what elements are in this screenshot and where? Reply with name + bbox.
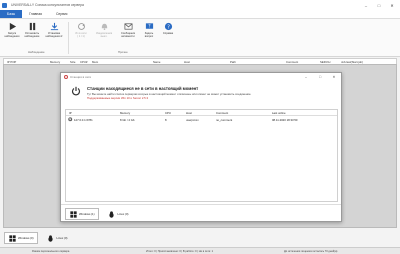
button-label: Запуск наблюдения: [4, 32, 20, 38]
button-label: Уведомления выкл.: [95, 32, 113, 38]
button-label: Из в сети ( 1 / 1): [75, 32, 87, 38]
linux-icon: [47, 234, 55, 242]
title-bar: UNIVERSALLY Соника консультантов сервера: [0, 0, 400, 10]
dialog-tab-windows[interactable]: Windows (1): [65, 208, 99, 220]
refresh-icon: [76, 21, 86, 31]
cell-comment: no_comment: [216, 118, 233, 122]
dialog-status-icon: [64, 75, 68, 79]
dialog-minimize-button[interactable]: –: [301, 74, 311, 80]
stop-monitoring-button[interactable]: Остановить наблюдение: [22, 21, 42, 38]
notifications-button[interactable]: Уведомления выкл.: [94, 21, 114, 38]
status-counts: Итого: 0 | Приостановлено: 0 | В работе:…: [146, 249, 214, 253]
dialog-maximize-button[interactable]: □: [315, 74, 325, 80]
button-label: Справка: [162, 32, 174, 35]
column-header[interactable]: IP: [69, 111, 72, 115]
button-label: Задать вопрос: [144, 32, 154, 38]
dialog-headline: Станции находящиеся не в сети в настоящи…: [87, 86, 199, 91]
cell-cpu: 8: [165, 118, 167, 122]
activity-messages-button[interactable]: Сообщения активности: [118, 21, 138, 38]
app-window: UNIVERSALLY Соника консультантов сервера…: [0, 0, 400, 254]
install-monitoring-button[interactable]: Установка наблюдения ▾: [44, 21, 64, 38]
info-icon: ?: [163, 21, 173, 31]
tab-linux[interactable]: Linux (0): [44, 232, 71, 244]
close-button[interactable]: ✕: [386, 0, 398, 10]
online-count-button[interactable]: Из в сети ( 1 / 1): [71, 21, 91, 38]
mail-icon: [123, 21, 133, 31]
dialog-tab-linux[interactable]: Linux (0): [105, 208, 132, 220]
group-label-monitoring: Наблюдение: [28, 50, 45, 54]
svg-text:?: ?: [167, 24, 170, 30]
ask-question-button[interactable]: ? Задать вопрос: [139, 21, 159, 38]
app-logo-icon: [2, 2, 7, 8]
start-monitoring-button[interactable]: Запуск наблюдения: [2, 21, 22, 38]
station-status-icon: [68, 117, 73, 123]
power-icon: [71, 86, 81, 96]
menu-bar: Базы Главная Сервис: [0, 10, 400, 19]
dialog-title: Станция в сети: [70, 75, 92, 79]
play-icon: [7, 21, 17, 31]
cell-memory: 8 Gb / 4 Gb: [120, 118, 135, 122]
button-label: Установка наблюдения ▾: [45, 32, 63, 38]
cell-host: userpcxxx: [186, 118, 199, 122]
download-icon: [49, 21, 59, 31]
status-bar: Режим персонального сервера Итого: 0 | П…: [0, 247, 400, 254]
table-header: IP Memory CPU Host Comment Last online: [66, 110, 337, 116]
status-mode: Режим персонального сервера: [32, 249, 70, 253]
dialog-title-bar: Станция в сети: [61, 73, 341, 81]
help-icon: ?: [144, 21, 154, 31]
window-title: UNIVERSALLY Соника консультантов сервера: [11, 3, 84, 7]
bell-icon: [99, 21, 109, 31]
tab-main[interactable]: Главная: [22, 10, 49, 18]
tab-label: Linux (0): [117, 212, 129, 216]
dialog-close-button[interactable]: ✕: [329, 74, 339, 80]
minimize-button[interactable]: –: [360, 0, 372, 10]
help-button[interactable]: ? Справка: [158, 21, 178, 35]
button-label: Остановить наблюдение: [24, 32, 40, 38]
button-label: Сообщения активности: [120, 32, 136, 38]
windows-icon: [8, 234, 16, 242]
table-row[interactable]: 127.0.0.1:6781 8 Gb / 4 Gb 8 userpcxxx n…: [66, 117, 337, 123]
tab-label: Windows (1): [79, 212, 95, 216]
maximize-button[interactable]: □: [373, 0, 385, 10]
column-header[interactable]: CPU: [165, 111, 171, 115]
offline-stations-dialog: Станция в сети – □ ✕ Станции находящиеся…: [60, 72, 342, 222]
tab-service[interactable]: Сервис: [49, 10, 75, 18]
pause-icon: [27, 21, 37, 31]
column-header[interactable]: Last online: [272, 111, 286, 115]
cell-ip: 127.0.0.1:6781: [74, 118, 93, 122]
tab-windows[interactable]: Windows (0): [4, 232, 38, 244]
supported-versions-link[interactable]: Поддерживаемые версии Win 10 и Server 2.…: [87, 96, 148, 100]
tab-label: Windows (0): [18, 236, 34, 240]
cell-last-online: 08.11.2020 18:33:50: [272, 118, 298, 122]
ribbon-toolbar: Запуск наблюдения Остановить наблюдение …: [0, 19, 400, 57]
tab-label: Linux (0): [56, 236, 68, 240]
linux-icon: [108, 210, 116, 218]
offline-stations-table: IP Memory CPU Host Comment Last online 1…: [65, 109, 338, 202]
column-header[interactable]: Memory: [120, 111, 130, 115]
main-os-tabs: Windows (0) Linux (0): [0, 229, 400, 247]
tab-bases[interactable]: Базы: [0, 10, 23, 18]
group-label-other: Прочее: [118, 50, 128, 54]
group-divider: [68, 22, 69, 54]
dialog-os-tabs: Windows (1) Linux (0): [61, 204, 341, 223]
column-header[interactable]: Comment: [216, 111, 228, 115]
windows-icon: [69, 210, 77, 218]
status-license: До истечения лицензии осталось 70 дней(а…: [284, 249, 338, 253]
column-header[interactable]: Host: [186, 111, 192, 115]
